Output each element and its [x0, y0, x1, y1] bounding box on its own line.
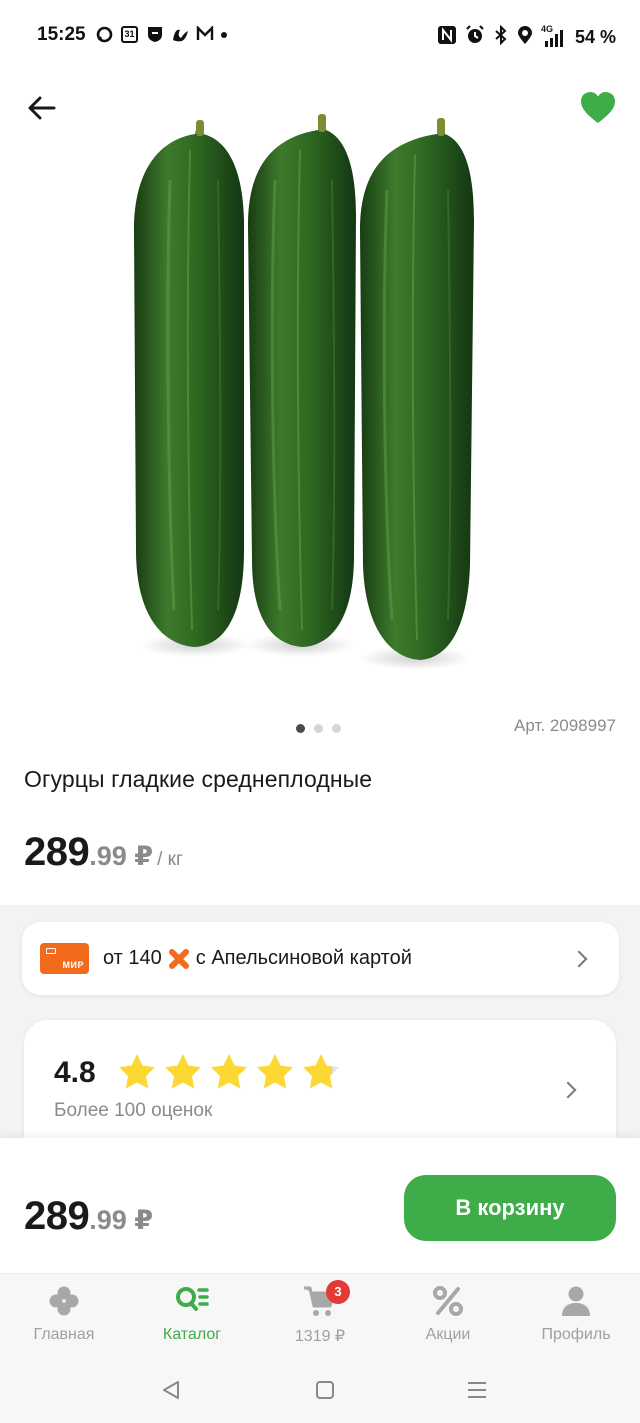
- carousel-dot[interactable]: [314, 724, 323, 733]
- offer-description: с Апельсиновой картой: [195, 947, 412, 969]
- star-icon: [119, 1054, 155, 1089]
- mir-card-icon: МИР: [40, 943, 89, 974]
- arrow-left-icon: [28, 96, 56, 120]
- price-integer: 289: [24, 830, 90, 874]
- tab-cart[interactable]: 3 1319 ₽: [260, 1280, 380, 1346]
- system-recents-button[interactable]: [466, 1379, 488, 1406]
- star-icon: [211, 1054, 247, 1089]
- back-triangle-icon: [163, 1381, 179, 1399]
- home-square-icon: [316, 1381, 334, 1399]
- bonus-x-icon: [168, 948, 189, 969]
- offer-text: от 140 с Апельсиновой картой: [103, 947, 412, 970]
- offer-price: от 140: [103, 947, 162, 969]
- bottom-tab-bar: Главная Каталог 3 1319 ₽ Акции Профиль: [0, 1273, 640, 1365]
- price-fraction: .99 ₽: [89, 1205, 154, 1235]
- menu-lines-icon: [468, 1382, 486, 1398]
- price-fraction: .99 ₽: [89, 841, 154, 871]
- catalog-search-icon: [176, 1287, 209, 1311]
- product-price: 289 .99 ₽ / кг: [24, 830, 183, 875]
- system-back-button[interactable]: [160, 1379, 182, 1406]
- signal-icon: 4G: [541, 24, 567, 48]
- tab-label: Главная: [33, 1326, 95, 1343]
- product-image[interactable]: [110, 110, 520, 680]
- product-title: Огурцы гладкие среднеплодные: [24, 766, 373, 792]
- carousel-dot[interactable]: [296, 724, 305, 733]
- profile-icon: [562, 1286, 590, 1316]
- status-time: 15:25: [37, 24, 86, 45]
- price-unit: / кг: [157, 849, 183, 870]
- back-button[interactable]: [24, 90, 60, 126]
- heart-icon: [581, 92, 615, 123]
- tab-label: Профиль: [541, 1326, 611, 1343]
- loyalty-offer-card[interactable]: МИР от 140 с Апельсиновой картой: [22, 922, 619, 995]
- tab-label: Каталог: [162, 1326, 222, 1343]
- tab-label: Акции: [425, 1326, 471, 1343]
- tab-home[interactable]: Главная: [4, 1284, 124, 1344]
- chevron-right-icon: [570, 950, 588, 967]
- calendar-icon: 31: [121, 26, 138, 43]
- tab-catalog[interactable]: Каталог: [132, 1284, 252, 1344]
- app-icon: [171, 26, 188, 43]
- add-to-cart-button[interactable]: В корзину: [404, 1175, 616, 1241]
- cucumbers-image: [134, 114, 474, 670]
- buy-bar: 289 .99 ₽ В корзину: [0, 1138, 640, 1273]
- alarm-icon: [465, 25, 485, 50]
- buy-bar-price: 289 .99 ₽: [24, 1194, 153, 1239]
- carousel-dot[interactable]: [332, 724, 341, 733]
- star-icon: [303, 1054, 339, 1089]
- nfc-icon: [437, 25, 457, 50]
- rating-stars: [117, 1052, 341, 1092]
- rating-count: Более 100 оценок: [54, 1100, 213, 1121]
- system-status-icons: 4G 54 %: [437, 24, 616, 50]
- tab-label: 1319 ₽: [294, 1328, 346, 1345]
- bluetooth-icon: [493, 24, 509, 50]
- status-bar: 15:25 31 4G 54 %: [0, 0, 640, 72]
- card-label: МИР: [62, 960, 84, 970]
- rating-value: 4.8: [54, 1056, 96, 1089]
- clover-icon: [49, 1286, 79, 1316]
- dot-icon: [221, 31, 227, 38]
- star-icon: [165, 1054, 201, 1089]
- notification-icons: 31: [96, 25, 227, 43]
- system-navigation-bar: [0, 1365, 640, 1423]
- location-icon: [517, 25, 533, 50]
- price-integer: 289: [24, 1194, 90, 1238]
- cart-count-badge: 3: [326, 1280, 350, 1304]
- chevron-right-icon: [559, 1081, 577, 1099]
- chat-icon: [96, 26, 113, 43]
- system-home-button[interactable]: [314, 1379, 336, 1406]
- network-type: 4G: [540, 23, 553, 34]
- shield-icon: [146, 26, 163, 43]
- tab-profile[interactable]: Профиль: [516, 1284, 636, 1344]
- favorite-button[interactable]: [578, 90, 618, 126]
- star-icon: [257, 1054, 293, 1089]
- percent-icon: [433, 1286, 463, 1316]
- mail-icon: [196, 25, 214, 43]
- article-number: Арт. 2098997: [514, 716, 616, 735]
- battery-level: 54 %: [574, 27, 616, 47]
- tab-promotions[interactable]: Акции: [388, 1284, 508, 1344]
- image-carousel-dots: [296, 724, 341, 733]
